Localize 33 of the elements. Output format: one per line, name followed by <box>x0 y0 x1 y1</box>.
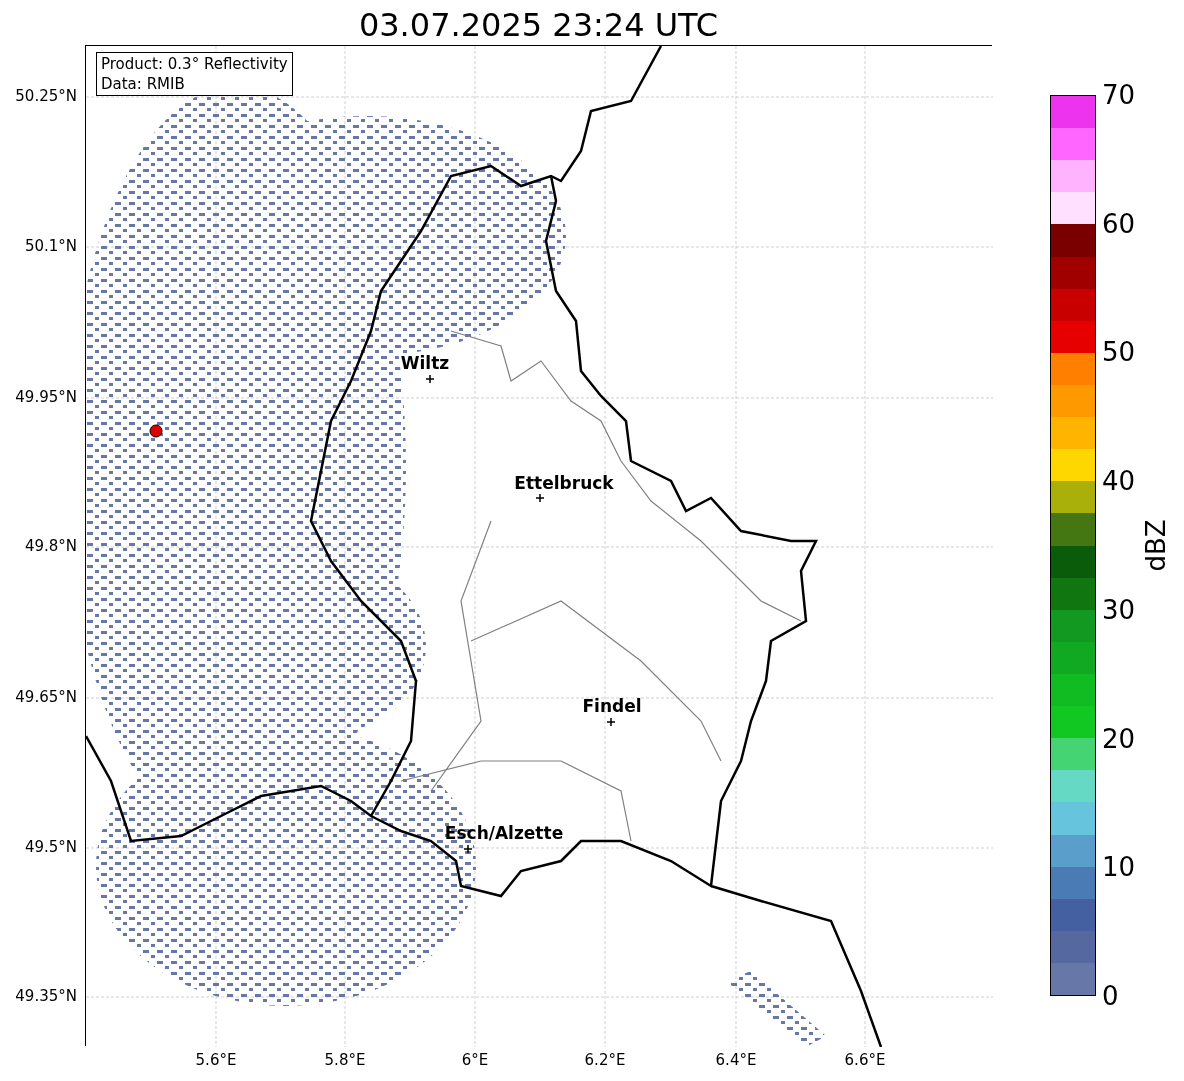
colorbar-tick-label: 0 <box>1102 981 1119 1011</box>
latitude-label: 49.35°N <box>15 987 77 1005</box>
latitude-label: 49.65°N <box>15 688 77 706</box>
city-label: Findel <box>582 696 642 716</box>
city-marker-icon <box>464 845 472 853</box>
city-marker-icon <box>536 494 544 502</box>
colorbar-tick-label: 10 <box>1102 852 1136 883</box>
city-label: Esch/Alzette <box>444 823 564 843</box>
colorbar-tick-label: 60 <box>1102 208 1136 239</box>
latitude-label: 49.8°N <box>24 537 77 555</box>
longitude-label: 6.2°E <box>584 1051 626 1069</box>
longitude-label: 5.6°E <box>195 1051 237 1069</box>
city-label: Wiltz <box>400 353 450 373</box>
longitude-label: 5.8°E <box>324 1051 366 1069</box>
info-text: Product: 0.3° Reflectivity <box>101 54 288 74</box>
latitude-label: 50.25°N <box>15 87 77 105</box>
city-marker-icon <box>607 718 615 726</box>
longitude-label: 6°E <box>461 1051 489 1069</box>
city-marker-icon <box>426 375 434 383</box>
longitude-label: 6.6°E <box>844 1051 886 1069</box>
colorbar-tick-label: 20 <box>1102 723 1136 754</box>
latitude-label: 49.95°N <box>15 388 77 406</box>
colorbar-tick-label: 40 <box>1102 466 1136 497</box>
latitude-label: 49.5°N <box>24 838 77 856</box>
info-text: Data: RMIB <box>101 74 186 94</box>
latitude-label: 50.1°N <box>24 237 77 255</box>
colorbar-tick-label: 30 <box>1102 594 1136 625</box>
colorbar-label: dBZ <box>1139 519 1172 572</box>
colorbar-tick-label: 50 <box>1102 337 1136 368</box>
longitude-label: 6.4°E <box>715 1051 757 1069</box>
city-label: Ettelbruck <box>514 473 614 493</box>
chart-title: 03.07.2025 23:24 UTC <box>358 5 719 45</box>
colorbar-tick-label: 70 <box>1102 80 1136 110</box>
